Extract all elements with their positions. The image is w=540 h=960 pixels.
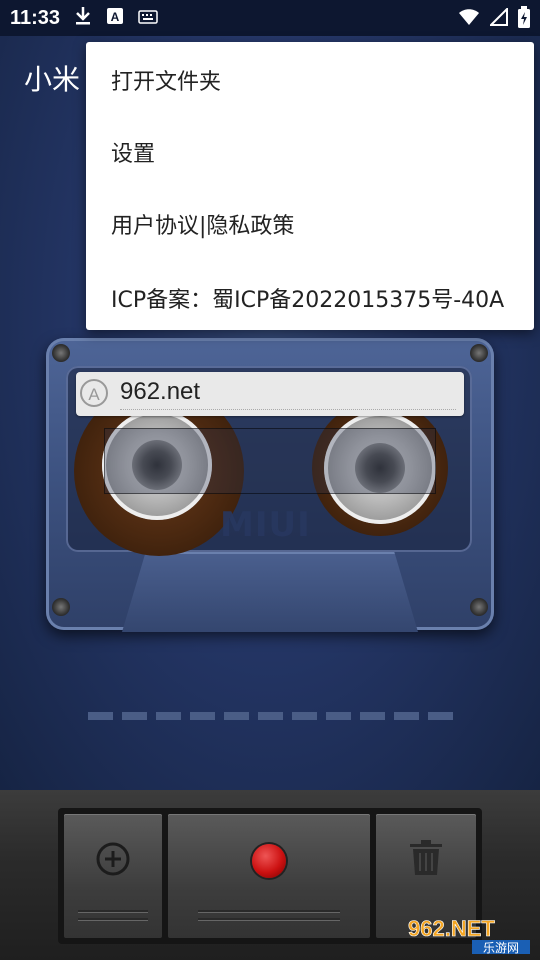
level-segment [258,712,283,720]
level-segment [122,712,147,720]
trash-icon [409,840,443,880]
record-button[interactable] [168,814,370,938]
button-grip [78,918,148,920]
status-time: 11:33 [10,6,61,29]
tape-window-frame [104,428,436,494]
level-segment [88,712,113,720]
level-segment [292,712,317,720]
button-grip [78,910,148,912]
cassette-label-text: 962.net [120,378,201,405]
wifi-icon [458,8,480,30]
signal-icon [488,6,508,30]
screw-icon [470,598,488,616]
status-bar: 11:33 A [0,0,540,36]
screw-icon [52,344,70,362]
record-icon [252,844,286,878]
level-segment [428,712,453,720]
menu-item-open-folder[interactable]: 打开文件夹 [111,64,221,96]
button-grip [198,918,340,920]
level-segment [224,712,249,720]
miui-logo: MIUI [220,505,311,545]
level-segment [326,712,351,720]
level-segment [394,712,419,720]
watermark-logo: 962.NET 乐游网 [406,912,534,956]
menu-item-agreement-privacy[interactable]: 用户协议|隐私政策 [111,208,294,240]
menu-item-settings[interactable]: 设置 [111,136,155,168]
level-meter [88,712,453,720]
plus-circle-icon [96,842,130,880]
level-segment [156,712,181,720]
screw-icon [470,344,488,362]
menu-item-icp[interactable]: ICP备案：蜀ICP备2022015375号-40A [111,282,504,314]
level-segment [190,712,215,720]
accessibility-icon: A [106,7,124,29]
battery-icon [518,6,530,32]
cassette-label[interactable]: A 962.net [76,372,464,416]
level-segment [360,712,385,720]
svg-text:A: A [111,10,120,24]
button-grip [198,910,340,912]
cassette-bottom-guard [122,552,418,632]
label-underline [120,409,456,410]
overflow-menu: 打开文件夹 设置 用户协议|隐私政策 ICP备案：蜀ICP备2022015375… [86,42,534,330]
download-icon [74,6,92,30]
label-a-icon: A [80,379,108,407]
screw-icon [52,598,70,616]
keyboard-icon [138,9,158,28]
add-button[interactable] [64,814,162,938]
svg-text:962.NET: 962.NET [408,916,495,941]
app-title: 小米 [24,63,81,96]
svg-text:乐游网: 乐游网 [483,941,519,955]
